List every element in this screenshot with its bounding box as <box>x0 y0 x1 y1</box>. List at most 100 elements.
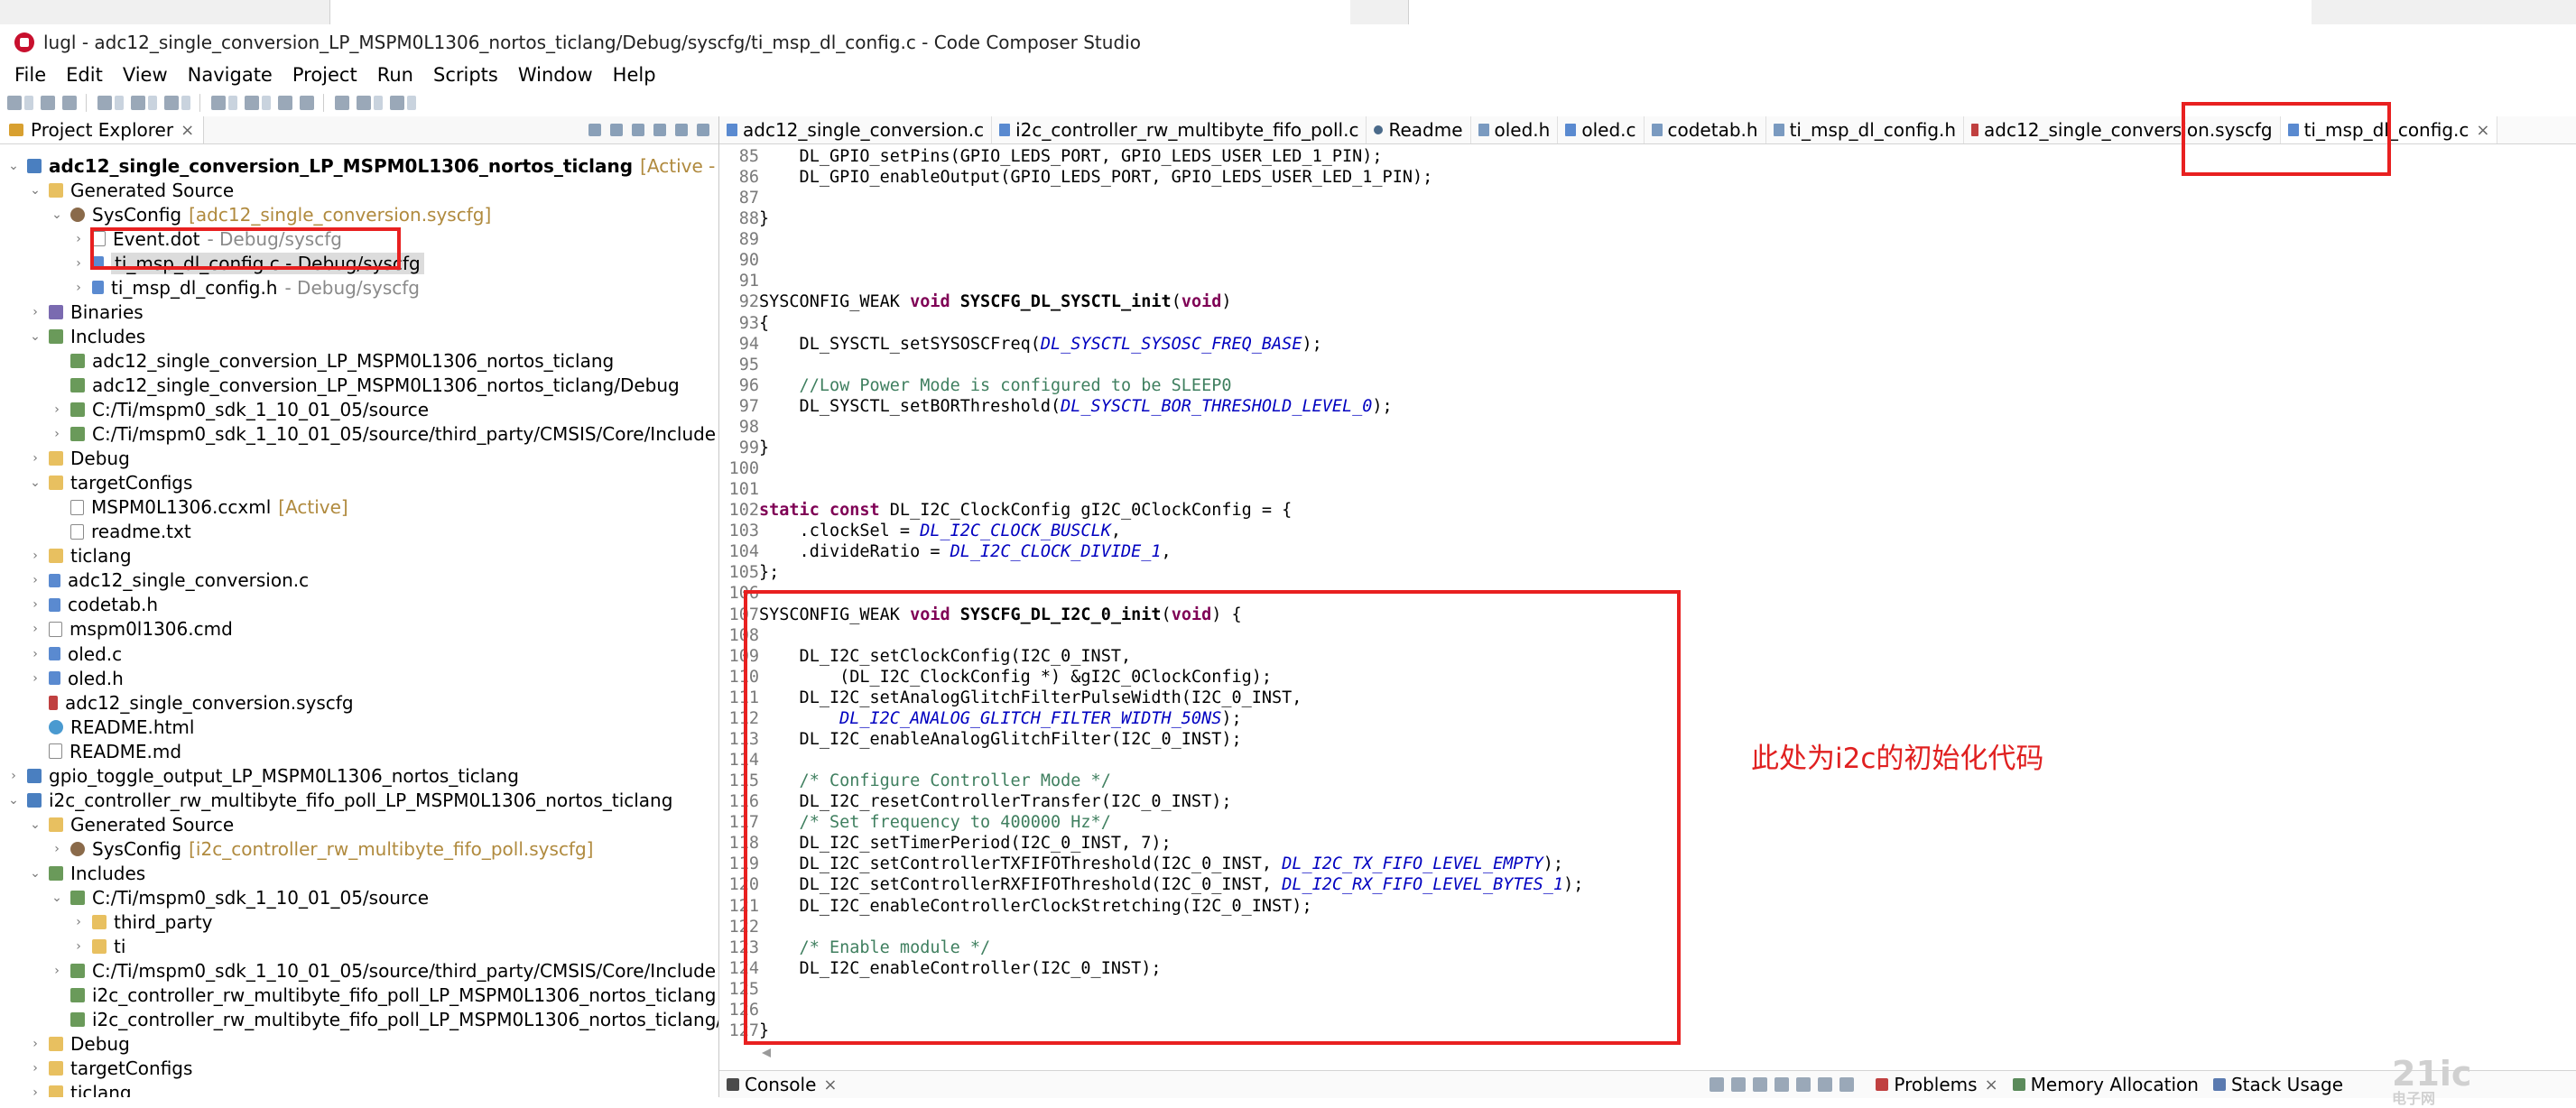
close-icon[interactable]: × <box>823 1076 837 1094</box>
tree-item[interactable]: › Debug <box>29 1032 130 1057</box>
tree-item[interactable]: adc12_single_conversion_LP_MSPM0L1306_no… <box>51 373 680 397</box>
console-action-icon[interactable] <box>1731 1077 1747 1092</box>
menu-help[interactable]: Help <box>613 64 656 86</box>
tab-memory-allocation[interactable]: Memory Allocation <box>2006 1071 2206 1098</box>
tree-item[interactable]: › third_party <box>72 910 212 935</box>
tree-item[interactable]: › ticlang <box>29 1081 132 1097</box>
collapse-all-icon[interactable] <box>588 124 601 136</box>
collapsed-chevron-icon[interactable]: › <box>51 842 63 856</box>
tree-item[interactable]: MSPM0L1306.ccxml [Active] <box>51 495 348 520</box>
close-icon[interactable]: × <box>2476 121 2489 140</box>
maximize-icon[interactable] <box>1839 1077 1855 1092</box>
menu-navigate[interactable]: Navigate <box>188 64 273 86</box>
tree-item[interactable]: README.md <box>29 739 181 763</box>
tree-item[interactable]: › C:/Ti/mspm0_sdk_1_10_01_05/source/third… <box>51 422 716 447</box>
annotate-icon[interactable] <box>278 96 292 110</box>
menu-run[interactable]: Run <box>377 64 413 86</box>
debug-icon[interactable] <box>131 96 145 110</box>
dropdown-icon[interactable] <box>115 96 124 110</box>
tree-item[interactable]: ⌄ adc12_single_conversion_LP_MSPM0L1306_n… <box>7 153 718 178</box>
tree-item[interactable]: › Event.dot - Debug/syscfg <box>72 226 342 251</box>
expanded-chevron-icon[interactable]: ⌄ <box>7 159 20 173</box>
collapsed-chevron-icon[interactable]: › <box>29 647 42 661</box>
dropdown-icon[interactable] <box>228 96 237 110</box>
tab-project-explorer[interactable]: Project Explorer × <box>0 116 205 143</box>
collapsed-chevron-icon[interactable]: › <box>72 256 85 271</box>
tree-item[interactable]: › codetab.h <box>29 593 158 617</box>
tree-item[interactable]: › Debug <box>29 447 130 471</box>
tree-item[interactable]: › mspm0l1306.cmd <box>29 617 233 642</box>
editor-tab[interactable]: adc12_single_conversion.c <box>719 116 993 143</box>
tree-item[interactable]: ⌄ Includes <box>29 324 145 348</box>
dropdown-icon[interactable] <box>24 96 33 110</box>
save-all-icon[interactable] <box>62 96 77 110</box>
editor-tab[interactable]: ti_msp_dl_config.h <box>1766 116 1965 143</box>
tree-item[interactable]: adc12_single_conversion_LP_MSPM0L1306_no… <box>51 348 614 373</box>
expanded-chevron-icon[interactable]: ⌄ <box>7 793 20 808</box>
collapsed-chevron-icon[interactable]: › <box>29 1037 42 1051</box>
collapsed-chevron-icon[interactable]: › <box>29 597 42 612</box>
close-icon[interactable]: × <box>181 121 194 140</box>
tree-item[interactable]: ⌄ Includes <box>29 861 145 885</box>
tree-item[interactable]: README.html <box>29 715 194 739</box>
tree-item[interactable]: › Binaries <box>29 300 144 324</box>
tree-item[interactable]: › ti_msp_dl_config.h - Debug/syscfg <box>72 275 420 300</box>
tree-item[interactable]: › oled.c <box>29 642 122 666</box>
tree-item[interactable]: › ti_msp_dl_config.c - Debug/syscfg <box>72 251 424 275</box>
menu-view[interactable]: View <box>123 64 168 86</box>
build-icon[interactable] <box>97 96 112 110</box>
expanded-chevron-icon[interactable]: ⌄ <box>29 817 42 832</box>
editor-tab[interactable]: codetab.h <box>1645 116 1766 143</box>
collapsed-chevron-icon[interactable]: › <box>51 427 63 441</box>
menu-edit[interactable]: Edit <box>66 64 103 86</box>
collapsed-chevron-icon[interactable]: › <box>29 451 42 466</box>
minimize-icon[interactable] <box>675 124 688 136</box>
collapsed-chevron-icon[interactable]: › <box>72 232 85 246</box>
tree-item[interactable]: › ti <box>72 935 125 959</box>
tree-item[interactable]: › gpio_toggle_output_LP_MSPM0L1306_nortos… <box>7 763 519 788</box>
editor-tab[interactable]: oled.h <box>1471 116 1559 143</box>
tree-item[interactable]: ⌄ targetConfigs <box>29 471 192 495</box>
dropdown-icon[interactable] <box>262 96 271 110</box>
tree-item[interactable]: ⌄ SysConfig [adc12_single_conversion.syscf… <box>51 202 491 226</box>
tree-item[interactable]: › targetConfigs <box>29 1057 192 1081</box>
console-action-icon[interactable] <box>1774 1077 1790 1092</box>
tree-item[interactable]: adc12_single_conversion.syscfg <box>29 690 354 715</box>
tree-item[interactable]: › C:/Ti/mspm0_sdk_1_10_01_05/source/third… <box>51 959 716 983</box>
collapsed-chevron-icon[interactable]: › <box>29 671 42 686</box>
tree-item[interactable]: ⌄ i2c_controller_rw_multibyte_fifo_poll_L… <box>7 788 672 812</box>
tab-problems[interactable]: Problems × <box>1868 1071 2005 1098</box>
collapsed-chevron-icon[interactable]: › <box>72 281 85 295</box>
new-icon[interactable] <box>7 96 22 110</box>
back-icon[interactable] <box>357 96 371 110</box>
menu-window[interactable]: Window <box>518 64 593 86</box>
editor-tab[interactable]: adc12_single_conversion.syscfg <box>1964 116 2281 143</box>
maximize-icon[interactable] <box>697 124 709 136</box>
collapsed-chevron-icon[interactable]: › <box>72 915 85 929</box>
search-icon[interactable] <box>211 96 226 110</box>
link-editor-icon[interactable] <box>610 124 623 136</box>
save-icon[interactable] <box>41 96 55 110</box>
expanded-chevron-icon[interactable]: ⌄ <box>29 866 42 881</box>
close-icon[interactable]: × <box>1985 1076 1998 1094</box>
tree-item[interactable]: › oled.h <box>29 666 124 690</box>
dropdown-icon[interactable] <box>407 96 416 110</box>
tree-item[interactable]: › adc12_single_conversion.c <box>29 568 309 593</box>
console-action-icon[interactable] <box>1753 1077 1768 1092</box>
dropdown-icon[interactable] <box>181 96 190 110</box>
collapsed-chevron-icon[interactable]: › <box>29 1061 42 1076</box>
forward-icon[interactable] <box>390 96 404 110</box>
expanded-chevron-icon[interactable]: ⌄ <box>51 208 63 222</box>
tree-item[interactable]: ⌄ C:/Ti/mspm0_sdk_1_10_01_05/source <box>51 886 429 910</box>
dropdown-icon[interactable] <box>148 96 157 110</box>
toggle-icon[interactable] <box>300 96 314 110</box>
menu-project[interactable]: Project <box>292 64 357 86</box>
tree-item[interactable]: readme.txt <box>51 520 191 544</box>
editor-tab[interactable]: oled.c <box>1558 116 1645 143</box>
horizontal-scrollbar[interactable] <box>758 1047 1841 1059</box>
tree-item[interactable]: › SysConfig [i2c_controller_rw_multibyte_f… <box>51 836 593 861</box>
tree-item[interactable]: ⌄ Generated Source <box>29 178 234 202</box>
view-menu-icon[interactable] <box>653 124 666 136</box>
editor-tab[interactable]: Readme <box>1367 116 1471 143</box>
expanded-chevron-icon[interactable]: ⌄ <box>51 891 63 905</box>
